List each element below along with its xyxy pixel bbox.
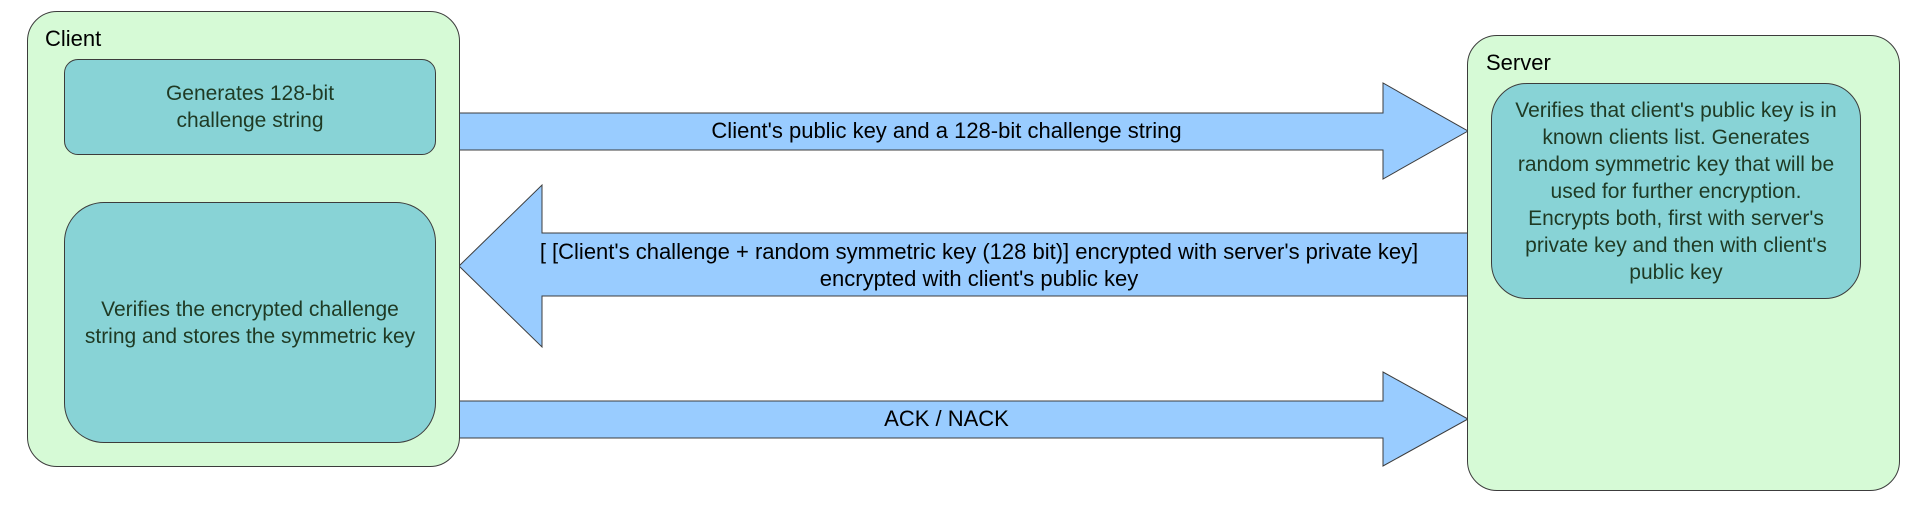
client-verify-text: Verifies the encrypted challenge string … [84,297,416,348]
server-verify-text: Verifies that client's public key is in … [1515,98,1837,284]
client-generate-step: Generates 128-bit challenge string [64,59,436,155]
ack-nack-text: ACK / NACK [884,406,1009,431]
server-to-client-line1: [ [Client's challenge + random symmetric… [539,239,1419,264]
client-title: Client [45,26,102,51]
client-to-server-text: Client's public key and a 128-bit challe… [711,118,1182,143]
client-to-server-label: Client's public key and a 128-bit challe… [459,117,1434,144]
server-verify-step: Verifies that client's public key is in … [1491,83,1861,299]
server-title: Server [1486,50,1551,75]
client-verify-step: Verifies the encrypted challenge string … [64,202,436,443]
server-to-client-label: [ [Client's challenge + random symmetric… [490,238,1468,292]
ack-nack-label: ACK / NACK [459,405,1434,432]
client-generate-text: Generates 128-bit challenge string [165,82,335,132]
server-to-client-line2: encrypted with client's public key [819,266,1139,291]
handshake-diagram: Client Generates 128-bit challenge strin… [0,0,1909,515]
